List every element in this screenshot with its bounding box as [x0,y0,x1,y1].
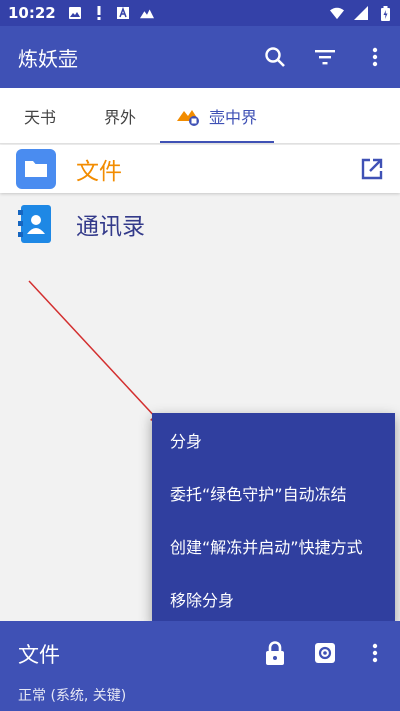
alert-icon [92,6,106,20]
island-badge-icon [176,105,201,127]
a-box-icon [116,6,130,20]
app-bar-actions [250,32,400,82]
status-bar: 10:22 [0,0,400,26]
menu-item-remove-clone[interactable]: 移除分身 [152,572,395,625]
filter-icon [315,50,335,65]
app-bar: 炼妖壶 [0,26,400,88]
open-in-new-icon [361,158,383,180]
tab-label: 壶中界 [208,107,257,127]
bottom-more-button[interactable] [350,629,400,677]
lock-button[interactable] [250,629,300,677]
context-menu: 分身 委托“绿色守护”自动冻结 创建“解冻并启动”快捷方式 移除分身 [152,413,395,625]
tab-indicator [160,141,274,143]
bottom-panel: 文件 正常 (系统, 关键) [0,621,400,711]
settings-button[interactable] [300,629,350,677]
status-time: 10:22 [8,4,56,22]
list-item-files[interactable]: 文件 [0,145,400,193]
menu-item-clone[interactable]: 分身 [152,413,395,466]
tab-jiewai[interactable]: 界外 [80,88,160,143]
bottom-actions [250,629,400,677]
tab-label: 界外 [103,107,136,127]
image-icon [68,6,82,20]
mountain-icon [139,6,154,20]
app-status-text: 正常 (系统, 关键) [18,688,127,704]
menu-item-create-shortcut[interactable]: 创建“解冻并启动”快捷方式 [152,519,395,572]
tab-huzhongjie[interactable]: 壶中界 [160,88,274,143]
app-name: 通讯录 [76,214,145,240]
app-name: 文件 [76,159,122,185]
app-title: 炼妖壶 [18,46,78,71]
bottom-app-title: 文件 [18,643,60,667]
list-item-contacts[interactable]: 通讯录 [0,200,400,248]
tab-bar: 天书 界外 壶中界 [0,88,400,144]
tab-tianshu[interactable]: 天书 [0,88,80,143]
battery-charging-icon [378,5,392,21]
more-vert-icon [372,47,378,67]
lock-icon [266,641,284,665]
settings-icon [315,643,335,663]
folder-app-icon [16,149,56,189]
wifi-icon [330,6,344,20]
more-options-button[interactable] [350,32,400,82]
contacts-app-icon [16,204,56,244]
signal-icon [354,6,368,20]
tab-label: 天书 [23,107,56,127]
menu-item-delegate-greenify[interactable]: 委托“绿色守护”自动冻结 [152,466,395,519]
search-button[interactable] [250,32,300,82]
search-icon [265,47,285,67]
open-app-button[interactable] [344,145,400,193]
filter-button[interactable] [300,32,350,82]
more-vert-icon [372,643,378,663]
